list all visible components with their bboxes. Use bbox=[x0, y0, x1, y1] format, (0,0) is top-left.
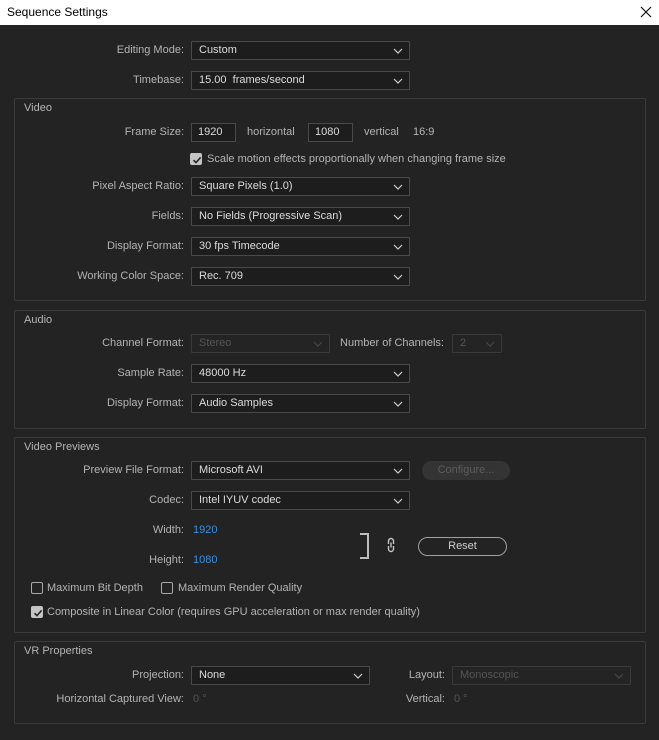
horizontal-label: horizontal bbox=[247, 126, 295, 138]
vertical-view-value: 0 ° bbox=[454, 693, 468, 705]
number-of-channels-label: Number of Channels: bbox=[340, 337, 444, 349]
video-previews-section-title: Video Previews bbox=[24, 441, 100, 453]
title-bar: Sequence Settings bbox=[0, 0, 659, 25]
chevron-down-icon bbox=[485, 341, 495, 347]
frame-size-label: Frame Size: bbox=[124, 126, 184, 138]
chevron-down-icon bbox=[393, 48, 403, 54]
editing-mode-dropdown[interactable]: Custom bbox=[191, 41, 410, 60]
fields-label: Fields: bbox=[151, 210, 184, 222]
reset-button[interactable]: Reset bbox=[418, 537, 507, 556]
audio-section-title: Audio bbox=[24, 314, 53, 326]
preview-width-label: Width: bbox=[152, 524, 184, 536]
chevron-down-icon bbox=[393, 214, 403, 220]
horizontal-captured-view-value: 0 ° bbox=[193, 693, 207, 705]
chevron-down-icon bbox=[393, 244, 403, 250]
vertical-view-label: Vertical: bbox=[405, 693, 445, 705]
layout-value: Monoscopic bbox=[460, 669, 519, 681]
chevron-down-icon bbox=[393, 401, 403, 407]
audio-display-format-value: Audio Samples bbox=[199, 397, 273, 409]
chevron-down-icon bbox=[614, 673, 624, 679]
audio-display-format-dropdown[interactable]: Audio Samples bbox=[191, 394, 410, 413]
maximum-bit-depth-checkbox[interactable] bbox=[31, 582, 43, 594]
chevron-down-icon bbox=[393, 371, 403, 377]
preview-file-format-label: Preview File Format: bbox=[83, 464, 184, 476]
codec-label: Codec: bbox=[149, 494, 184, 506]
projection-label: Projection: bbox=[132, 669, 184, 681]
maximum-render-quality-label: Maximum Render Quality bbox=[178, 582, 303, 594]
sample-rate-dropdown[interactable]: 48000 Hz bbox=[191, 364, 410, 383]
sample-rate-label: Sample Rate: bbox=[117, 367, 184, 379]
timebase-label: Timebase: bbox=[133, 74, 184, 86]
number-of-channels-dropdown: 2 bbox=[452, 334, 502, 353]
fields-dropdown[interactable]: No Fields (Progressive Scan) bbox=[191, 207, 410, 226]
vr-properties-section-title: VR Properties bbox=[24, 645, 93, 657]
timebase-dropdown[interactable]: 15.00 frames/second bbox=[191, 71, 410, 90]
pixel-aspect-ratio-dropdown[interactable]: Square Pixels (1.0) bbox=[191, 177, 410, 196]
close-icon[interactable] bbox=[638, 4, 654, 20]
composite-linear-color-checkbox[interactable] bbox=[31, 606, 43, 618]
frame-height-input[interactable]: 1080 bbox=[308, 123, 353, 142]
window-title: Sequence Settings bbox=[7, 5, 108, 19]
layout-label: Layout: bbox=[408, 669, 445, 681]
preview-height-value[interactable]: 1080 bbox=[193, 552, 217, 568]
preview-file-format-value: Microsoft AVI bbox=[199, 464, 263, 476]
composite-linear-color-label: Composite in Linear Color (requires GPU … bbox=[47, 606, 420, 618]
fields-value: No Fields (Progressive Scan) bbox=[199, 210, 343, 222]
preview-file-format-dropdown[interactable]: Microsoft AVI bbox=[191, 461, 410, 480]
working-color-space-label: Working Color Space: bbox=[77, 270, 184, 282]
horizontal-captured-view-label: Horizontal Captured View: bbox=[56, 693, 184, 705]
preview-width-value[interactable]: 1920 bbox=[193, 522, 217, 538]
timebase-value: 15.00 frames/second bbox=[199, 74, 305, 86]
layout-dropdown: Monoscopic bbox=[452, 666, 631, 685]
chevron-down-icon bbox=[393, 498, 403, 504]
codec-dropdown[interactable]: Intel IYUV codec bbox=[191, 491, 410, 510]
frame-width-input[interactable]: 1920 bbox=[191, 123, 236, 142]
projection-value: None bbox=[199, 669, 226, 681]
editing-mode-value: Custom bbox=[199, 44, 237, 56]
chevron-down-icon bbox=[393, 274, 403, 280]
checkmark-icon bbox=[33, 609, 43, 617]
number-of-channels-value: 2 bbox=[460, 337, 467, 349]
video-display-format-dropdown[interactable]: 30 fps Timecode bbox=[191, 237, 410, 256]
chevron-down-icon bbox=[393, 78, 403, 84]
preview-height-label: Height: bbox=[149, 554, 184, 566]
configure-button: Configure... bbox=[422, 461, 510, 480]
vertical-label: vertical bbox=[364, 126, 399, 138]
pixel-aspect-ratio-value: Square Pixels (1.0) bbox=[199, 180, 293, 192]
working-color-space-dropdown[interactable]: Rec. 709 bbox=[191, 267, 410, 286]
chevron-down-icon bbox=[393, 468, 403, 474]
sample-rate-value: 48000 Hz bbox=[199, 367, 247, 379]
video-section-title: Video bbox=[24, 102, 52, 114]
aspect-ratio-readout: 16:9 bbox=[413, 126, 435, 138]
working-color-space-value: Rec. 709 bbox=[199, 270, 244, 282]
maximum-bit-depth-label: Maximum Bit Depth bbox=[47, 582, 143, 594]
channel-format-value: Stereo bbox=[199, 337, 232, 349]
chevron-down-icon bbox=[393, 184, 403, 190]
video-display-format-label: Display Format: bbox=[106, 240, 184, 252]
scale-motion-checkbox[interactable] bbox=[190, 153, 202, 165]
link-icon[interactable] bbox=[386, 537, 396, 553]
editing-mode-label: Editing Mode: bbox=[116, 44, 184, 56]
maximum-render-quality-checkbox[interactable] bbox=[161, 582, 173, 594]
pixel-aspect-ratio-label: Pixel Aspect Ratio: bbox=[92, 180, 184, 192]
checkmark-icon bbox=[192, 156, 202, 164]
dimension-link-bracket bbox=[360, 533, 369, 559]
channel-format-label: Channel Format: bbox=[102, 337, 184, 349]
codec-value: Intel IYUV codec bbox=[199, 494, 281, 506]
scale-motion-label: Scale motion effects proportionally when… bbox=[207, 153, 506, 165]
audio-display-format-label: Display Format: bbox=[106, 397, 184, 409]
video-display-format-value: 30 fps Timecode bbox=[199, 240, 280, 252]
